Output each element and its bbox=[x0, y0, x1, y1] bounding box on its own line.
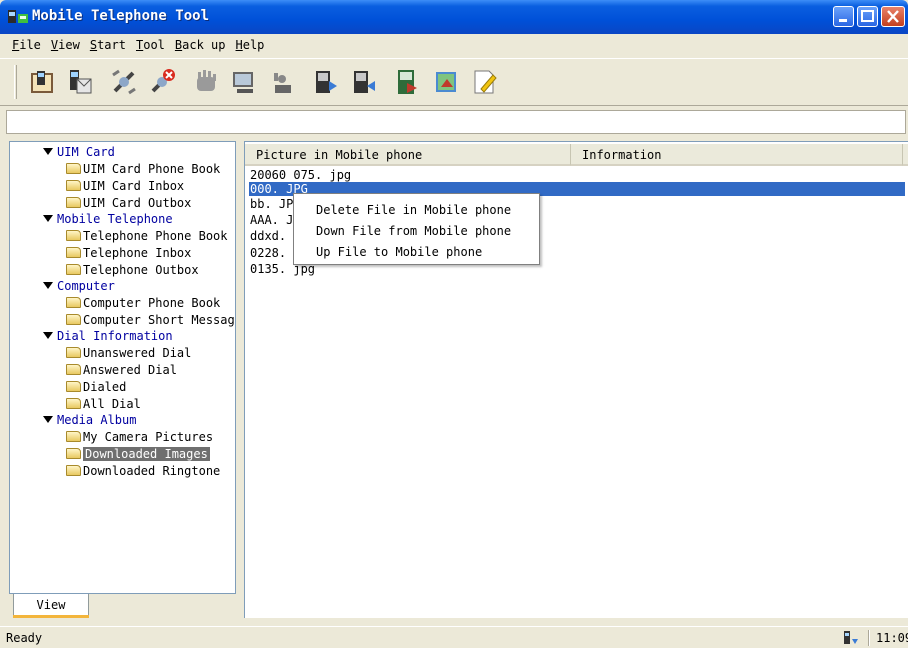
tab-view[interactable]: View bbox=[13, 594, 89, 618]
import-button[interactable] bbox=[427, 63, 465, 101]
tree-item-computer-phone-book[interactable]: Computer Phone Book bbox=[66, 295, 220, 311]
folder-icon bbox=[66, 448, 81, 459]
expand-arrow-icon[interactable] bbox=[43, 282, 53, 289]
tree-item-telephone-phone-book[interactable]: Telephone Phone Book bbox=[66, 228, 228, 244]
folder-icon bbox=[66, 314, 81, 325]
toolbar bbox=[0, 58, 908, 106]
menu-item-delete-file[interactable]: Delete File in Mobile phone bbox=[294, 200, 539, 221]
hand-icon bbox=[197, 70, 216, 91]
tree-item-unanswered-dial[interactable]: Unanswered Dial bbox=[66, 345, 191, 361]
menu-view[interactable]: View bbox=[51, 38, 80, 52]
folder-icon bbox=[66, 398, 81, 409]
expand-arrow-icon[interactable] bbox=[43, 215, 53, 222]
folder-icon bbox=[66, 264, 81, 275]
folder-icon bbox=[66, 230, 81, 241]
app-icon bbox=[8, 10, 28, 23]
disconnect-icon bbox=[112, 69, 136, 95]
tree-item-my-camera-pictures[interactable]: My Camera Pictures bbox=[66, 429, 213, 445]
expand-arrow-icon[interactable] bbox=[43, 332, 53, 339]
hand-button[interactable] bbox=[187, 63, 225, 101]
message-button[interactable] bbox=[61, 63, 99, 101]
close-button[interactable] bbox=[881, 6, 905, 27]
title-bar[interactable]: Mobile Telephone Tool bbox=[0, 0, 908, 34]
phone-book-icon bbox=[31, 71, 53, 93]
maximize-button[interactable] bbox=[857, 6, 878, 27]
maximize-icon bbox=[861, 10, 874, 22]
folder-icon bbox=[66, 297, 81, 308]
menu-item-down-file[interactable]: Down File from Mobile phone bbox=[294, 221, 539, 242]
backup-icon bbox=[316, 71, 337, 93]
toolbar-grip[interactable] bbox=[14, 65, 17, 99]
folder-icon bbox=[66, 163, 81, 174]
address-strip bbox=[6, 110, 906, 134]
delete-connect-icon bbox=[151, 69, 175, 93]
tree-group-media-album[interactable]: Media Album bbox=[43, 412, 136, 428]
menu-help[interactable]: Help bbox=[236, 38, 265, 52]
folder-icon bbox=[66, 347, 81, 358]
column-header-information[interactable]: Information bbox=[571, 144, 903, 166]
menu-tool[interactable]: Tool bbox=[136, 38, 165, 52]
tree-group-uim-card[interactable]: UIM Card bbox=[43, 144, 115, 160]
close-icon bbox=[887, 10, 899, 23]
tree-item-downloaded-images[interactable]: Downloaded Images bbox=[66, 446, 210, 462]
status-separator bbox=[868, 630, 870, 646]
tree-item-all-dial[interactable]: All Dial bbox=[66, 396, 141, 412]
restore-button[interactable] bbox=[345, 63, 383, 101]
window-title: Mobile Telephone Tool bbox=[32, 8, 210, 24]
modem-button[interactable] bbox=[263, 63, 301, 101]
backup-button[interactable] bbox=[307, 63, 345, 101]
delete-connection-button[interactable] bbox=[143, 63, 181, 101]
menu-start[interactable]: Start bbox=[90, 38, 126, 52]
tree-item-dialed[interactable]: Dialed bbox=[66, 379, 126, 395]
folder-icon bbox=[66, 364, 81, 375]
import-icon bbox=[436, 72, 456, 92]
edit-note-button[interactable] bbox=[465, 63, 503, 101]
status-time: 11:09 bbox=[876, 631, 908, 645]
tree-group-computer[interactable]: Computer bbox=[43, 278, 115, 294]
modem-icon bbox=[274, 73, 291, 93]
status-text: Ready bbox=[6, 631, 43, 645]
column-header-filler bbox=[903, 144, 908, 166]
edit-note-icon bbox=[474, 70, 497, 94]
tree-group-dial-information[interactable]: Dial Information bbox=[43, 328, 173, 344]
phone-book-button[interactable] bbox=[23, 63, 61, 101]
disconnect-button[interactable] bbox=[105, 63, 143, 101]
tree-item-downloaded-ringtone[interactable]: Downloaded Ringtone bbox=[66, 463, 220, 479]
column-header-picture[interactable]: Picture in Mobile phone bbox=[245, 144, 571, 166]
minimize-icon bbox=[839, 19, 847, 22]
computer-button[interactable] bbox=[225, 63, 263, 101]
folder-icon bbox=[66, 465, 81, 476]
tree-item-telephone-outbox[interactable]: Telephone Outbox bbox=[66, 262, 199, 278]
tree-item-uim-card-phone-book[interactable]: UIM Card Phone Book bbox=[66, 161, 220, 177]
phone-status-icon bbox=[844, 631, 858, 644]
menu-item-up-file[interactable]: Up File to Mobile phone bbox=[294, 242, 539, 263]
folder-icon bbox=[66, 431, 81, 442]
tree-item-computer-short-message[interactable]: Computer Short Messag bbox=[66, 312, 235, 328]
context-menu: Delete File in Mobile phone Down File fr… bbox=[293, 193, 540, 265]
computer-icon bbox=[233, 72, 253, 93]
tree-group-mobile-telephone[interactable]: Mobile Telephone bbox=[43, 211, 173, 227]
folder-icon bbox=[66, 247, 81, 258]
tree-item-telephone-inbox[interactable]: Telephone Inbox bbox=[66, 245, 191, 261]
tree-item-answered-dial[interactable]: Answered Dial bbox=[66, 362, 177, 378]
tree-item-uim-card-inbox[interactable]: UIM Card Inbox bbox=[66, 178, 184, 194]
tree-item-uim-card-outbox[interactable]: UIM Card Outbox bbox=[66, 195, 191, 211]
expand-arrow-icon[interactable] bbox=[43, 148, 53, 155]
folder-icon bbox=[66, 180, 81, 191]
menu-bar: File View Start Tool Back up Help bbox=[0, 34, 908, 56]
menu-back-up[interactable]: Back up bbox=[175, 38, 226, 52]
envelope-icon bbox=[70, 70, 92, 94]
menu-file[interactable]: File bbox=[12, 38, 41, 52]
folder-icon bbox=[66, 197, 81, 208]
export-icon bbox=[398, 70, 417, 94]
folder-icon bbox=[66, 381, 81, 392]
expand-arrow-icon[interactable] bbox=[43, 416, 53, 423]
status-bar: Ready 11:09 bbox=[0, 626, 908, 648]
export-button[interactable] bbox=[389, 63, 427, 101]
list-item[interactable]: 20060 075. jpg bbox=[250, 168, 351, 182]
restore-icon bbox=[354, 71, 375, 93]
navigation-tree: UIM Card UIM Card Phone Book UIM Card In… bbox=[9, 141, 236, 594]
minimize-button[interactable] bbox=[833, 6, 854, 27]
